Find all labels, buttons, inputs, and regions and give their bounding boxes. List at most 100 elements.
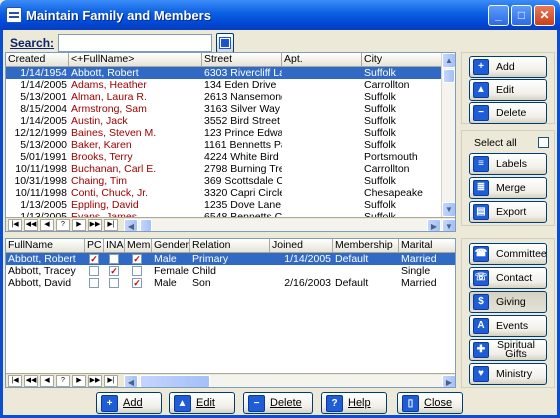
scroll-right-icon[interactable]: ▶ xyxy=(427,219,441,231)
col-fullname[interactable]: <+FullName> xyxy=(69,53,202,67)
member-cell-marital: Married xyxy=(401,253,437,265)
family-row[interactable]: 1/14/1954 Abbott, Robert 6303 Rivercliff L… xyxy=(6,67,455,79)
scroll-right-icon[interactable]: ▶ xyxy=(442,375,455,387)
add-button[interactable]: + Add xyxy=(96,392,162,414)
nav-button[interactable]: ▶▶ xyxy=(88,219,102,231)
giving-button[interactable]: $ Giving xyxy=(469,291,547,313)
col-joined[interactable]: Joined xyxy=(270,239,333,253)
close-window-button[interactable]: ✕ xyxy=(534,5,555,26)
nav-button[interactable]: ▶| xyxy=(104,219,118,231)
nav-button[interactable]: ◀ xyxy=(40,219,54,231)
col-created[interactable]: Created xyxy=(6,53,69,67)
hscroll-thumb[interactable] xyxy=(140,375,210,387)
member-pc-checkbox[interactable]: ✓ xyxy=(89,254,99,264)
nav-button[interactable]: ◀◀ xyxy=(24,219,38,231)
member-mem-checkbox[interactable]: ✓ xyxy=(132,278,142,288)
maximize-button[interactable]: □ xyxy=(511,5,532,26)
spiritual-gifts-button[interactable]: ✚ Spiritual Gifts xyxy=(469,339,547,361)
col-city[interactable]: City xyxy=(362,53,442,67)
search-go-button[interactable] xyxy=(216,33,234,53)
family-cell-city: Suffolk xyxy=(364,67,396,79)
family-cell-apt xyxy=(282,151,362,163)
family-row[interactable]: 10/31/1998 Chaing, Tim 369 Scottsdale Cir S… xyxy=(6,175,455,187)
member-pc-checkbox[interactable] xyxy=(89,278,99,288)
nav-button[interactable]: ◀ xyxy=(40,375,54,387)
member-row[interactable]: Abbott, Tracey Female Child Single ✓ xyxy=(6,265,455,277)
col-relation[interactable]: Relation xyxy=(190,239,270,253)
families-grid[interactable]: Created <+FullName> Street Apt. City 1/1… xyxy=(5,52,456,232)
col-member-fullname[interactable]: FullName xyxy=(6,239,85,253)
family-cell-name: Chaing, Tim xyxy=(71,175,128,187)
families-vscroll[interactable]: ▲ ▼ xyxy=(441,53,455,217)
help-button[interactable]: ? Help xyxy=(321,392,387,414)
nav-button[interactable]: ▶| xyxy=(104,375,118,387)
heart-icon: ♥ xyxy=(473,366,489,382)
events-button[interactable]: A Events xyxy=(469,315,547,337)
family-row[interactable]: 1/14/2005 Austin, Jack 3552 Bird Street Suf… xyxy=(6,115,455,127)
col-pc[interactable]: PC xyxy=(85,239,104,253)
col-ina[interactable]: INA xyxy=(104,239,125,253)
export-button[interactable]: ▤ Export xyxy=(469,201,547,223)
members-hscroll[interactable]: ◀ ▶ xyxy=(124,375,455,387)
family-row[interactable]: 10/11/1998 Conti, Chuck, Jr. 3320 Capri Ci… xyxy=(6,187,455,199)
member-row[interactable]: Abbott, Robert Male Primary 1/14/2005 Defaul… xyxy=(6,253,455,265)
member-ina-checkbox[interactable] xyxy=(109,278,119,288)
nav-button[interactable]: ▶ xyxy=(72,219,86,231)
col-marital[interactable]: Marital xyxy=(399,239,455,253)
ministry-button[interactable]: ♥ Ministry xyxy=(469,363,547,385)
scroll-up-icon[interactable]: ▲ xyxy=(442,53,455,68)
contact-button[interactable]: ☏ Contact xyxy=(469,267,547,289)
family-row[interactable]: 1/14/2005 Adams, Heather 134 Eden Drive Car… xyxy=(6,79,455,91)
member-pc-checkbox[interactable] xyxy=(89,266,99,276)
member-mem-checkbox[interactable] xyxy=(132,266,142,276)
merge-button[interactable]: ≣ Merge xyxy=(469,177,547,199)
delete-button[interactable]: − Delete xyxy=(243,392,313,414)
col-mem[interactable]: Mem xyxy=(125,239,152,253)
nav-button[interactable]: ? xyxy=(56,375,70,387)
family-row[interactable]: 8/15/2004 Armstrong, Sam 3163 Silver Way Su… xyxy=(6,103,455,115)
nav-button[interactable]: ▶▶ xyxy=(88,375,102,387)
scroll-left-icon[interactable]: ◀ xyxy=(124,375,138,387)
family-delete-button[interactable]: − Delete xyxy=(469,102,547,124)
scroll-down-icon[interactable]: ▼ xyxy=(442,202,455,217)
nav-button[interactable]: |◀ xyxy=(8,219,22,231)
edit-button[interactable]: ▲ Edit xyxy=(169,392,235,414)
select-all-checkbox[interactable] xyxy=(538,137,549,148)
nav-button[interactable]: |◀ xyxy=(8,375,22,387)
col-street[interactable]: Street xyxy=(202,53,282,67)
scroll-thumb[interactable] xyxy=(443,69,455,83)
nav-button[interactable]: ▶ xyxy=(72,375,86,387)
col-apt[interactable]: Apt. xyxy=(282,53,362,67)
family-row[interactable]: 12/12/1999 Baines, Steven M. 123 Prince Ed… xyxy=(6,127,455,139)
col-membership[interactable]: Membership xyxy=(333,239,399,253)
family-row[interactable]: 5/13/2001 Alman, Laura R. 2613 Nansemond Su… xyxy=(6,91,455,103)
scroll-down-icon[interactable]: ▼ xyxy=(442,219,455,231)
member-mem-checkbox[interactable]: ✓ xyxy=(132,254,142,264)
member-cell-membership: Default xyxy=(335,253,369,265)
family-row[interactable]: 1/13/2005 Eppling, David 1235 Dove Lane Suf… xyxy=(6,199,455,211)
nav-button[interactable]: ? xyxy=(56,219,70,231)
families-hscroll[interactable]: ◀ ▶ ▼ xyxy=(124,219,455,231)
member-ina-checkbox[interactable]: ✓ xyxy=(109,266,119,276)
family-edit-button[interactable]: ▲ Edit xyxy=(469,79,547,101)
member-cell-relation: Son xyxy=(192,277,211,289)
close-button[interactable]: ▯ Close xyxy=(397,392,463,414)
committee-button[interactable]: ☎ Committee xyxy=(469,243,547,265)
family-row[interactable]: 10/11/1998 Buchanan, Carl E. 2798 Burning … xyxy=(6,163,455,175)
member-ina-checkbox[interactable] xyxy=(109,254,119,264)
minimize-button[interactable]: _ xyxy=(488,5,509,26)
member-cell-joined: 1/14/2005 xyxy=(284,253,331,265)
family-cell-apt xyxy=(282,115,362,127)
nav-button[interactable]: ◀◀ xyxy=(24,375,38,387)
labels-button[interactable]: ≡ Labels xyxy=(469,153,547,175)
member-cell-relation: Primary xyxy=(192,253,229,265)
family-row[interactable]: 5/01/1991 Brooks, Terry 4224 White Bird Bl… xyxy=(6,151,455,163)
member-row[interactable]: Abbott, David Male Son 2/16/2003 Default Marr… xyxy=(6,277,455,289)
search-input[interactable] xyxy=(58,34,212,52)
hscroll-thumb[interactable] xyxy=(140,219,152,231)
scroll-left-icon[interactable]: ◀ xyxy=(124,219,138,231)
family-row[interactable]: 5/13/2000 Baker, Karen 1161 Bennetts Pas Su… xyxy=(6,139,455,151)
members-grid[interactable]: FullName PC INA Mem Gender Relation Join… xyxy=(5,238,456,388)
family-add-button[interactable]: + Add xyxy=(469,56,547,78)
col-gender[interactable]: Gender xyxy=(152,239,190,253)
